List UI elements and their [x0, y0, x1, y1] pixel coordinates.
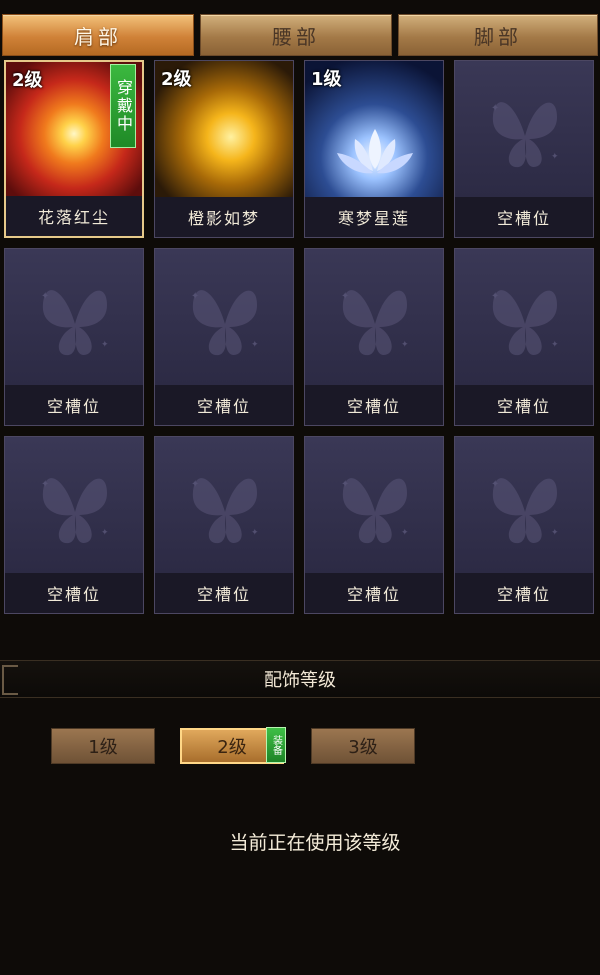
- slot-name: 空槽位: [305, 385, 443, 425]
- slot-name: 空槽位: [305, 573, 443, 613]
- slot-art-empty: ✦ ✦: [155, 437, 293, 575]
- tab-shoulder[interactable]: 肩部: [2, 14, 194, 56]
- slot-art-empty: ✦ ✦: [455, 437, 593, 575]
- empty-slot-butterfly-icon: ✦✦: [41, 290, 109, 356]
- slot-name: 橙影如梦: [155, 197, 293, 237]
- tab-waist[interactable]: 腰部: [200, 14, 392, 56]
- empty-slot[interactable]: ✦ ✦ 空槽位: [154, 436, 294, 614]
- slot-art-empty: ✦ ✦: [305, 249, 443, 387]
- slot-name: 空槽位: [155, 385, 293, 425]
- svg-text:✦: ✦: [551, 152, 559, 162]
- empty-slot-butterfly-icon: ✦✦: [191, 478, 259, 544]
- svg-text:✦: ✦: [41, 291, 49, 302]
- svg-text:✦: ✦: [191, 479, 199, 490]
- svg-text:✦: ✦: [101, 528, 109, 538]
- empty-slot[interactable]: ✦ ✦ 空槽位: [304, 248, 444, 426]
- slot-name: 空槽位: [455, 573, 593, 613]
- svg-text:✦: ✦: [341, 291, 349, 302]
- accessory-slot[interactable]: 2级 穿戴中花落红尘: [4, 60, 144, 238]
- slot-name: 空槽位: [455, 385, 593, 425]
- svg-text:✦: ✦: [491, 479, 499, 490]
- svg-text:✦: ✦: [551, 340, 559, 350]
- slot-level: 2级: [12, 70, 43, 91]
- empty-slot[interactable]: ✦ ✦ 空槽位: [454, 60, 594, 238]
- empty-slot-butterfly-icon: ✦✦: [491, 102, 559, 168]
- slot-name: 花落红尘: [6, 196, 142, 236]
- empty-slot-butterfly-icon: ✦✦: [191, 290, 259, 356]
- slot-name: 寒梦星莲: [305, 197, 443, 237]
- lotus-icon: [337, 129, 413, 174]
- svg-text:✦: ✦: [41, 479, 49, 490]
- slot-art-empty: ✦ ✦: [155, 249, 293, 387]
- empty-slot[interactable]: ✦ ✦ 空槽位: [154, 248, 294, 426]
- accessory-slot[interactable]: 2级橙影如梦: [154, 60, 294, 238]
- slot-art-empty: ✦ ✦: [455, 61, 593, 199]
- wearing-badge: 穿戴中: [110, 64, 136, 148]
- empty-slot-butterfly-icon: ✦✦: [41, 478, 109, 544]
- slot-art-empty: ✦ ✦: [5, 437, 143, 575]
- level-status-text: 当前正在使用该等级: [229, 832, 401, 854]
- slot-art-empty: ✦ ✦: [305, 437, 443, 575]
- svg-text:✦: ✦: [251, 340, 259, 350]
- slot-name: 空槽位: [155, 573, 293, 613]
- svg-text:✦: ✦: [551, 528, 559, 538]
- empty-slot[interactable]: ✦ ✦ 空槽位: [454, 248, 594, 426]
- svg-text:✦: ✦: [401, 340, 409, 350]
- svg-text:✦: ✦: [401, 528, 409, 538]
- empty-slot-butterfly-icon: ✦✦: [341, 290, 409, 356]
- slot-name: 空槽位: [5, 385, 143, 425]
- slot-art-empty: ✦ ✦: [455, 249, 593, 387]
- equipped-badge: 装备: [266, 727, 286, 763]
- svg-text:✦: ✦: [191, 291, 199, 302]
- level-1-button[interactable]: 1级: [51, 728, 155, 764]
- empty-slot-butterfly-icon: ✦✦: [341, 478, 409, 544]
- empty-slot-butterfly-icon: ✦✦: [491, 478, 559, 544]
- accessory-slot[interactable]: 1级寒梦星莲: [304, 60, 444, 238]
- empty-slot[interactable]: ✦ ✦ 空槽位: [304, 436, 444, 614]
- header-corner-ornament: [2, 665, 18, 695]
- svg-text:✦: ✦: [491, 103, 499, 114]
- accessory-level-title: 配饰等级: [264, 670, 336, 691]
- svg-text:✦: ✦: [491, 291, 499, 302]
- level-3-button[interactable]: 3级: [311, 728, 415, 764]
- slot-level: 1级: [311, 69, 342, 90]
- slot-name: 空槽位: [455, 197, 593, 237]
- empty-slot[interactable]: ✦ ✦ 空槽位: [4, 436, 144, 614]
- slot-level: 2级: [161, 69, 192, 90]
- svg-text:✦: ✦: [251, 528, 259, 538]
- svg-text:✦: ✦: [341, 479, 349, 490]
- tab-feet[interactable]: 脚部: [398, 14, 598, 56]
- accessory-level-header: 配饰等级: [0, 660, 600, 698]
- tab-bar: 肩部 腰部 脚部: [0, 0, 600, 60]
- empty-slot[interactable]: ✦ ✦ 空槽位: [454, 436, 594, 614]
- empty-slot-butterfly-icon: ✦✦: [491, 290, 559, 356]
- slot-name: 空槽位: [5, 573, 143, 613]
- slot-art-empty: ✦ ✦: [5, 249, 143, 387]
- accessory-grid: 2级 穿戴中 花落红尘 2级 橙影如梦 1级 寒梦星莲 ✦ ✦ 空槽位 ✦ ✦ 空槽位 ✦ ✦ 空槽位 ✦ ✦ 空槽…: [4, 60, 594, 614]
- svg-text:✦: ✦: [101, 340, 109, 350]
- empty-slot[interactable]: ✦ ✦ 空槽位: [4, 248, 144, 426]
